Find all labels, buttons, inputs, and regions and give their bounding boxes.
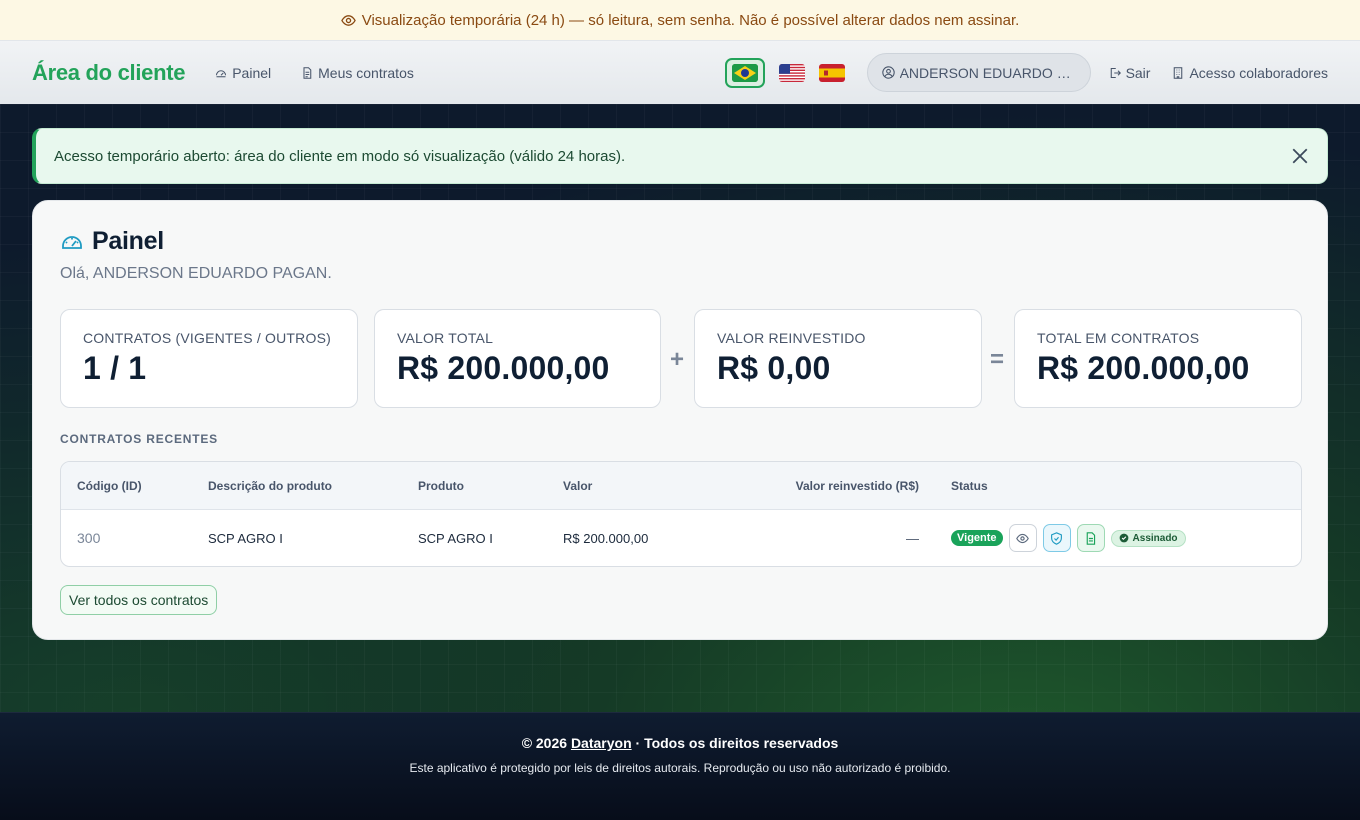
- contract-document-button[interactable]: [1076, 524, 1105, 552]
- alert-text: Acesso temporário aberto: área do client…: [54, 147, 626, 165]
- readonly-banner: Visualização temporária (24 h) — só leit…: [0, 0, 1360, 40]
- table-header: Código (ID) Descrição do produto Produto…: [61, 462, 1301, 510]
- speedometer-icon: [62, 235, 82, 249]
- view-all-contracts-button[interactable]: Ver todos os contratos: [60, 585, 218, 615]
- nav-link-meus-contratos[interactable]: Meus contratos: [301, 65, 414, 81]
- nav-link-label: Painel: [232, 64, 272, 81]
- contract-product: SCP AGRO I: [418, 530, 493, 546]
- staff-access-link[interactable]: Acesso colaboradores: [1172, 65, 1328, 81]
- document-icon: [303, 66, 312, 79]
- col-product: Produto: [418, 478, 464, 493]
- banner-text: Visualização temporária (24 h) — só leit…: [361, 11, 1020, 29]
- equals-operator: =: [990, 346, 1005, 373]
- view-contract-button[interactable]: [1008, 524, 1037, 552]
- plus-operator: +: [670, 346, 685, 373]
- logout-label: Sair: [1125, 64, 1151, 81]
- brand-title[interactable]: Área do cliente: [32, 60, 186, 86]
- user-menu[interactable]: ANDERSON EDUARDO PA...: [866, 53, 1091, 92]
- document-icon: [1086, 531, 1096, 545]
- contract-value: R$ 200.000,00: [563, 530, 649, 546]
- flag-es-icon[interactable]: [818, 63, 845, 82]
- footer-notice: Este aplicativo é protegido por leis de …: [409, 761, 951, 775]
- col-reinvested: Valor reinvestido (R$): [795, 478, 919, 493]
- flag-br-icon: [731, 63, 758, 82]
- top-navbar: Área do cliente Painel Meus contratos AN…: [0, 40, 1360, 104]
- contract-id[interactable]: 300: [77, 510, 100, 566]
- flag-us-icon[interactable]: [778, 63, 805, 82]
- greeting: Olá, ANDERSON EDUARDO PAGAN.: [60, 265, 332, 282]
- staff-access-label: Acesso colaboradores: [1189, 64, 1328, 81]
- recent-contracts-table: Código (ID) Descrição do produto Produto…: [60, 461, 1302, 567]
- stat-total-contracts: TOTAL EM CONTRATOS R$ 200.000,00: [1014, 309, 1302, 408]
- nav-link-label: Meus contratos: [318, 64, 414, 81]
- user-icon: [881, 66, 895, 79]
- col-status: Status: [951, 478, 988, 493]
- dashboard-card: Painel Olá, ANDERSON EDUARDO PAGAN. CONT…: [32, 200, 1328, 640]
- eye-icon: [1016, 533, 1029, 543]
- building-icon: [1174, 66, 1183, 79]
- stat-label: CONTRATOS (VIGENTES / OUTROS): [83, 330, 331, 346]
- page-title: Painel: [60, 227, 164, 256]
- stat-value: R$ 0,00: [717, 350, 831, 386]
- verify-contract-button[interactable]: [1042, 524, 1071, 552]
- nav-link-painel[interactable]: Painel: [215, 65, 271, 81]
- stat-label: VALOR REINVESTIDO: [717, 330, 866, 346]
- col-id: Código (ID): [77, 478, 142, 493]
- check-circle-icon: [1119, 533, 1128, 543]
- shield-check-icon: [1051, 531, 1062, 545]
- stat-total-value: VALOR TOTAL R$ 200.000,00: [374, 309, 661, 408]
- col-description: Descrição do produto: [208, 478, 333, 493]
- table-row[interactable]: 300 SCP AGRO I SCP AGRO I R$ 200.000,00 …: [61, 510, 1301, 566]
- recent-contracts-heading: CONTRATOS RECENTES: [60, 432, 218, 446]
- language-pt-br[interactable]: [724, 57, 765, 88]
- stat-value: 1 / 1: [83, 350, 147, 386]
- status-badge: Vigente: [951, 530, 1003, 546]
- contract-description: SCP AGRO I: [208, 530, 283, 546]
- copyright-prefix: © 2026: [521, 735, 568, 751]
- stat-label: TOTAL EM CONTRATOS: [1037, 330, 1200, 346]
- user-name: ANDERSON EDUARDO PA...: [899, 64, 1076, 81]
- eye-icon: [340, 14, 356, 26]
- dashboard-icon: [216, 69, 227, 77]
- signed-label: Assinado: [1132, 532, 1178, 544]
- col-value: Valor: [563, 478, 593, 493]
- company-link[interactable]: Dataryon: [571, 735, 632, 751]
- page-title-text: Painel: [92, 227, 164, 255]
- status-cell: Vigente Assinado: [951, 510, 1186, 566]
- copyright-suffix: · Todos os direitos reservados: [635, 735, 839, 751]
- close-icon[interactable]: [1291, 147, 1309, 165]
- signed-badge: Assinado: [1110, 529, 1186, 547]
- contract-reinvested: —: [906, 530, 919, 546]
- stat-value: R$ 200.000,00: [1037, 350, 1250, 386]
- logout-link[interactable]: Sair: [1109, 64, 1151, 81]
- logout-icon: [1110, 67, 1121, 78]
- stat-value: R$ 200.000,00: [397, 350, 610, 386]
- footer: © 2026 Dataryon · Todos os direitos rese…: [0, 712, 1360, 820]
- stat-contracts: CONTRATOS (VIGENTES / OUTROS) 1 / 1: [60, 309, 358, 408]
- stat-label: VALOR TOTAL: [397, 330, 494, 346]
- stat-reinvested: VALOR REINVESTIDO R$ 0,00: [694, 309, 982, 408]
- temporary-access-alert: Acesso temporário aberto: área do client…: [32, 128, 1328, 184]
- footer-copyright: © 2026 Dataryon · Todos os direitos rese…: [0, 735, 1360, 751]
